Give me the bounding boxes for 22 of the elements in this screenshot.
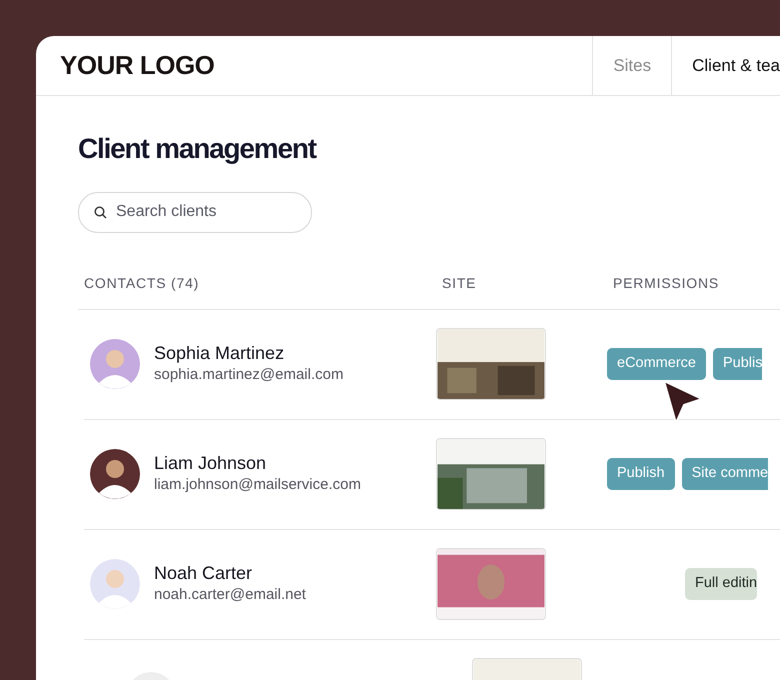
page-title: Client management xyxy=(78,132,318,166)
avatar-icon xyxy=(90,559,140,610)
permission-tag: Full editin xyxy=(685,568,758,600)
contact-email: noah.carter@email.net xyxy=(154,585,306,606)
permission-tag: Site comme xyxy=(682,458,768,490)
logo-text: YOUR LOGO xyxy=(60,49,216,82)
column-header: CONTACTS (74) xyxy=(84,274,200,291)
column-header: PERMISSIONS xyxy=(613,274,720,291)
search-field[interactable]: Search clients xyxy=(78,192,312,233)
contact-name: Sophia Martinez xyxy=(154,342,286,364)
permission-tag: eCommerce xyxy=(607,348,706,380)
permission-tag: Publish xyxy=(607,458,675,490)
contact-email: liam.johnson@mailservice.com xyxy=(154,475,361,496)
permission-tag: Publis xyxy=(712,348,762,380)
search-icon xyxy=(94,206,107,219)
nav-tab[interactable]: Client & tea xyxy=(671,36,780,96)
contact-name: Noah Carter xyxy=(154,562,254,584)
contact-name: Liam Johnson xyxy=(154,452,268,474)
column-header: SITE xyxy=(442,274,476,291)
avatar-icon xyxy=(90,339,140,390)
contact-email: sophia.martinez@email.com xyxy=(154,365,344,386)
avatar-icon xyxy=(90,449,140,500)
